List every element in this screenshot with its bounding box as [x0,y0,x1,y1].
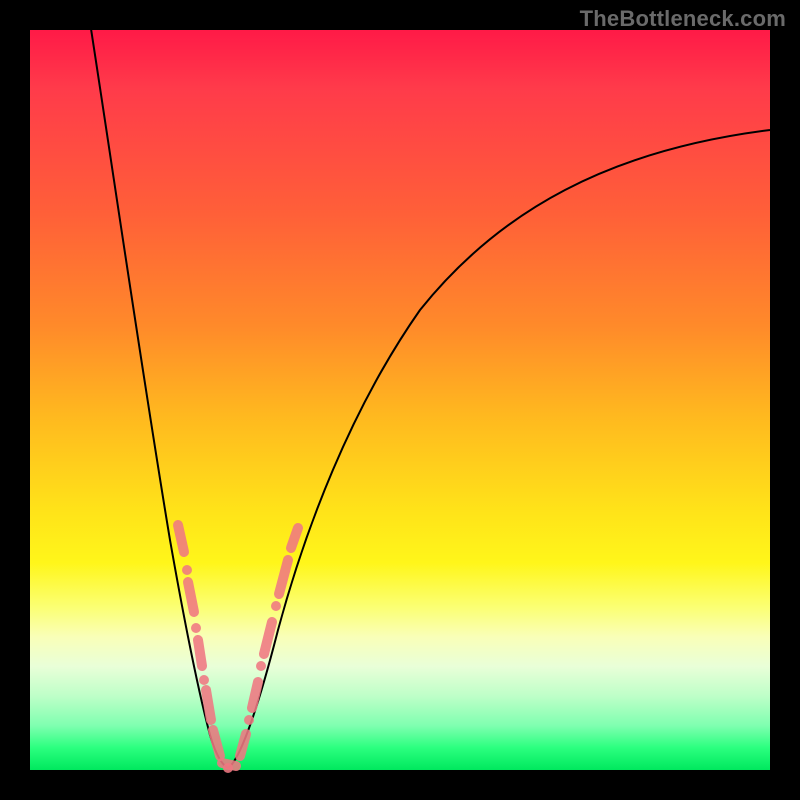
markers-left [178,525,220,756]
curve-right-branch [228,130,770,768]
markers-bottom [222,763,236,773]
chart-svg [30,30,770,770]
chart-frame: TheBottleneck.com [0,0,800,800]
watermark-text: TheBottleneck.com [580,6,786,32]
plot-area [30,30,770,770]
curve-left-branch [85,0,228,768]
markers-right [240,528,298,756]
